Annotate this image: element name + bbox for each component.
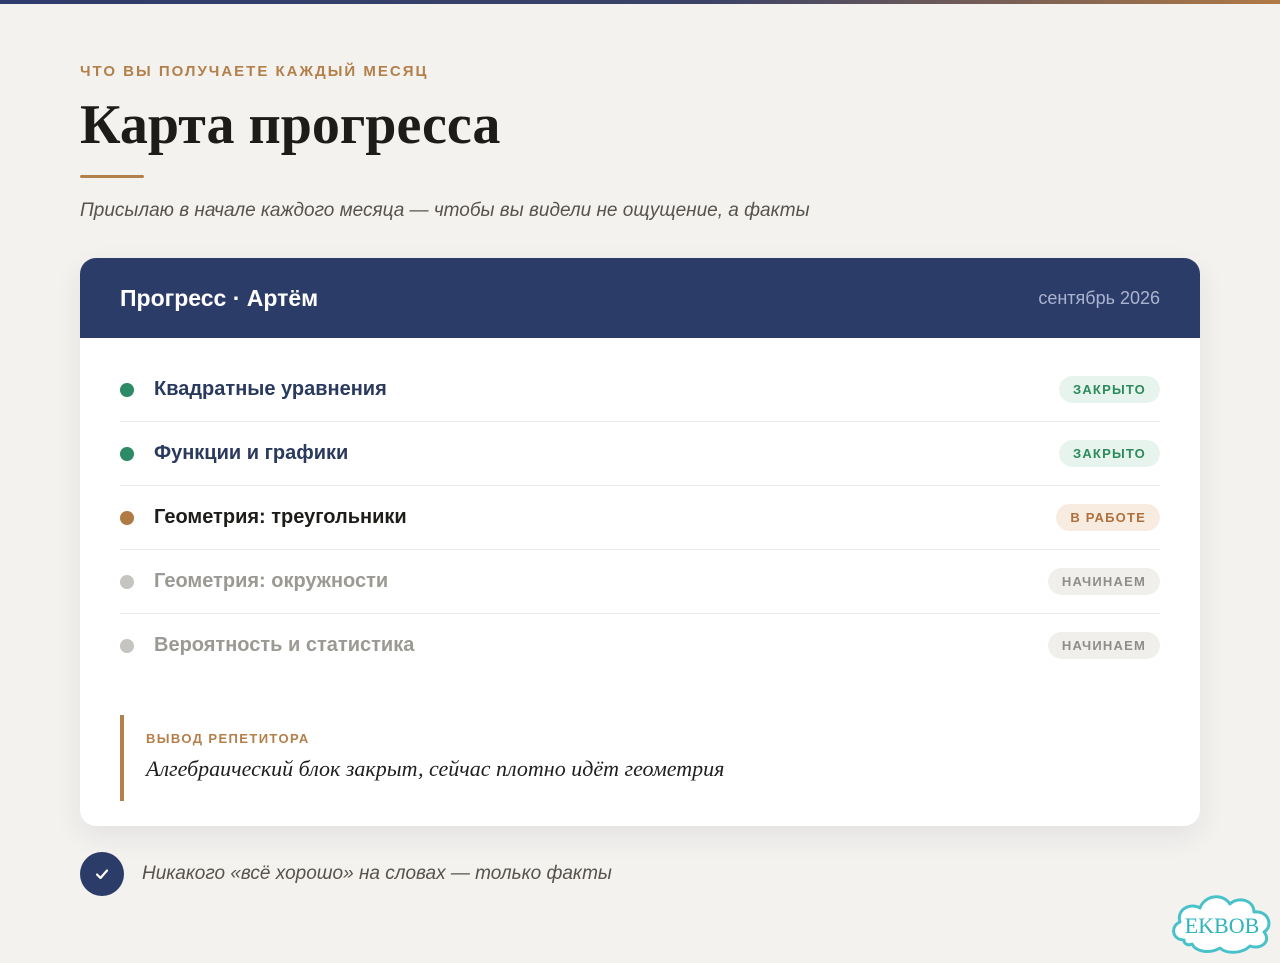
topic-label: Геометрия: треугольники [154, 506, 407, 528]
status-dot [120, 446, 134, 461]
footer-text: Никакого «всё хорошо» на словах — только… [142, 863, 612, 884]
page-title: Карта прогресса [80, 94, 501, 156]
topic-row: Вероятность и статистика НАЧИНАЕМ [120, 614, 1160, 677]
topic-row: Квадратные уравнения ЗАКРЫТО [120, 358, 1160, 422]
status-badge: ЗАКРЫТО [1059, 376, 1160, 403]
top-accent-bar [0, 0, 1280, 4]
status-dot [120, 382, 134, 397]
footer-note: Никакого «всё хорошо» на словах — только… [80, 852, 612, 896]
topic-row: Геометрия: треугольники В РАБОТЕ [120, 486, 1160, 550]
watermark-text: EKBOB [1185, 913, 1260, 938]
eyebrow-label: ЧТО ВЫ ПОЛУЧАЕТЕ КАЖДЫЙ МЕСЯЦ [80, 63, 429, 80]
topic-row: Функции и графики ЗАКРЫТО [120, 422, 1160, 486]
tutor-conclusion: ВЫВОД РЕПЕТИТОРА Алгебраический блок зак… [120, 715, 1160, 801]
card-date: сентябрь 2026 [1038, 287, 1160, 308]
status-dot [120, 510, 134, 525]
topic-label: Квадратные уравнения [154, 378, 387, 400]
card-title: Прогресс · Артём [120, 284, 319, 311]
conclusion-text: Алгебраический блок закрыт, сейчас плотн… [146, 756, 725, 781]
status-dot [120, 574, 134, 589]
status-dot [120, 638, 134, 653]
card-header: Прогресс · Артём сентябрь 2026 [80, 258, 1200, 338]
topic-list: Квадратные уравнения ЗАКРЫТО Функции и г… [80, 338, 1200, 677]
topic-label: Геометрия: окружности [154, 570, 389, 592]
topic-label: Функции и графики [154, 442, 349, 464]
status-badge: НАЧИНАЕМ [1047, 568, 1160, 595]
progress-card: Прогресс · Артём сентябрь 2026 Квадратны… [80, 258, 1200, 826]
cloud-logo-icon: EKBOB [1166, 888, 1278, 958]
topic-row: Геометрия: окружности НАЧИНАЕМ [120, 550, 1160, 614]
check-icon [80, 852, 124, 896]
title-underline [80, 175, 144, 178]
conclusion-label: ВЫВОД РЕПЕТИТОРА [146, 731, 310, 746]
status-badge: ЗАКРЫТО [1059, 440, 1160, 467]
status-badge: В РАБОТЕ [1056, 504, 1160, 531]
topic-label: Вероятность и статистика [154, 634, 415, 656]
page-subtitle: Присылаю в начале каждого месяца — чтобы… [80, 200, 810, 221]
status-badge: НАЧИНАЕМ [1047, 632, 1160, 659]
